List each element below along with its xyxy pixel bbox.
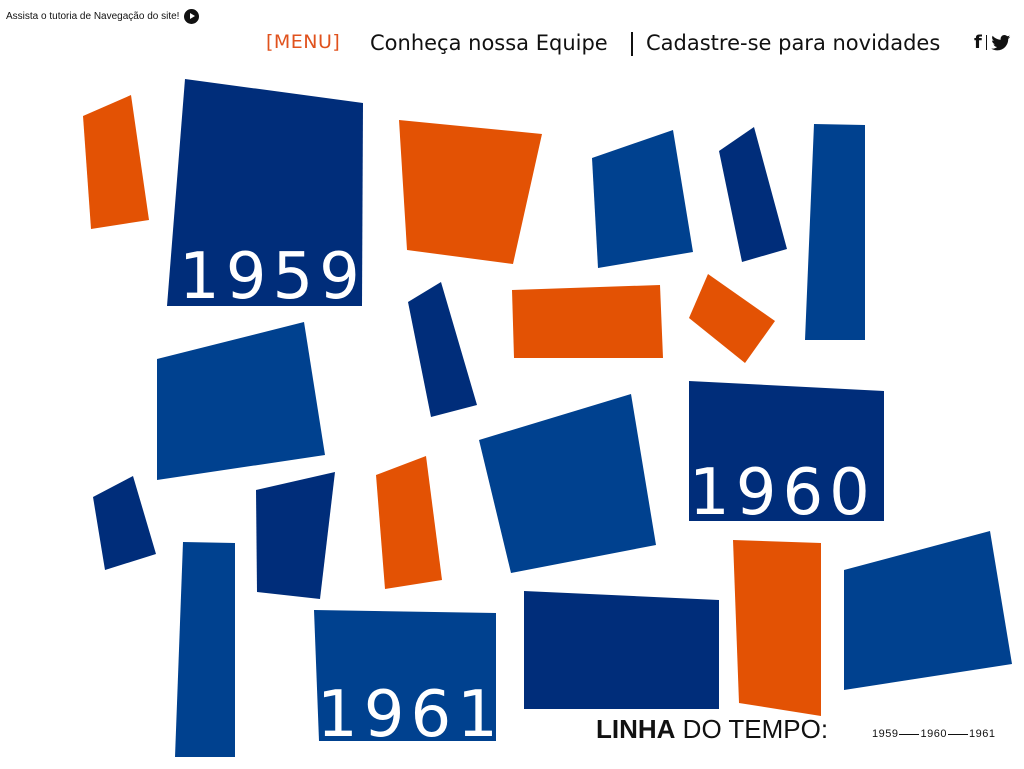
timeline-title-rest: DO TEMPO: [675, 714, 829, 744]
orange-shape [689, 274, 775, 363]
orange-shape [733, 540, 821, 716]
year-block-1960[interactable]: 1960 [689, 381, 884, 530]
timeline-title: LINHA DO TEMPO: [596, 714, 828, 745]
year-block-1961[interactable]: 1961 [314, 610, 504, 752]
timeline-link-1959[interactable]: 1959 [872, 728, 898, 740]
year-block-1959[interactable]: 1959 [167, 79, 366, 314]
timeline-link-1960[interactable]: 1960 [920, 728, 946, 740]
orange-shape [83, 95, 149, 229]
blue-shape [592, 130, 693, 268]
blue-shape [479, 394, 656, 573]
timeline-dash [947, 733, 968, 735]
timeline-dash [899, 733, 920, 735]
timeline-title-bold: LINHA [596, 714, 676, 744]
navy-shape [93, 476, 156, 570]
blue-shape [844, 531, 1012, 690]
timeline-link-1961[interactable]: 1961 [969, 728, 995, 740]
timeline-collage: 1959 1960 1961 [83, 79, 1012, 757]
navy-shape [719, 127, 787, 262]
blue-shape [157, 322, 325, 480]
year-label: 1960 [689, 456, 876, 530]
navy-shape [524, 591, 719, 709]
navy-shape [256, 472, 335, 599]
orange-shape [376, 456, 442, 589]
year-label: 1959 [179, 240, 366, 314]
timeline-nav: 1959 1960 1961 [872, 728, 995, 740]
blue-shape [805, 124, 865, 340]
navy-shape [408, 282, 477, 417]
blue-shape [175, 542, 235, 757]
orange-shape [399, 120, 542, 264]
orange-shape [512, 285, 663, 358]
year-label: 1961 [317, 678, 504, 752]
